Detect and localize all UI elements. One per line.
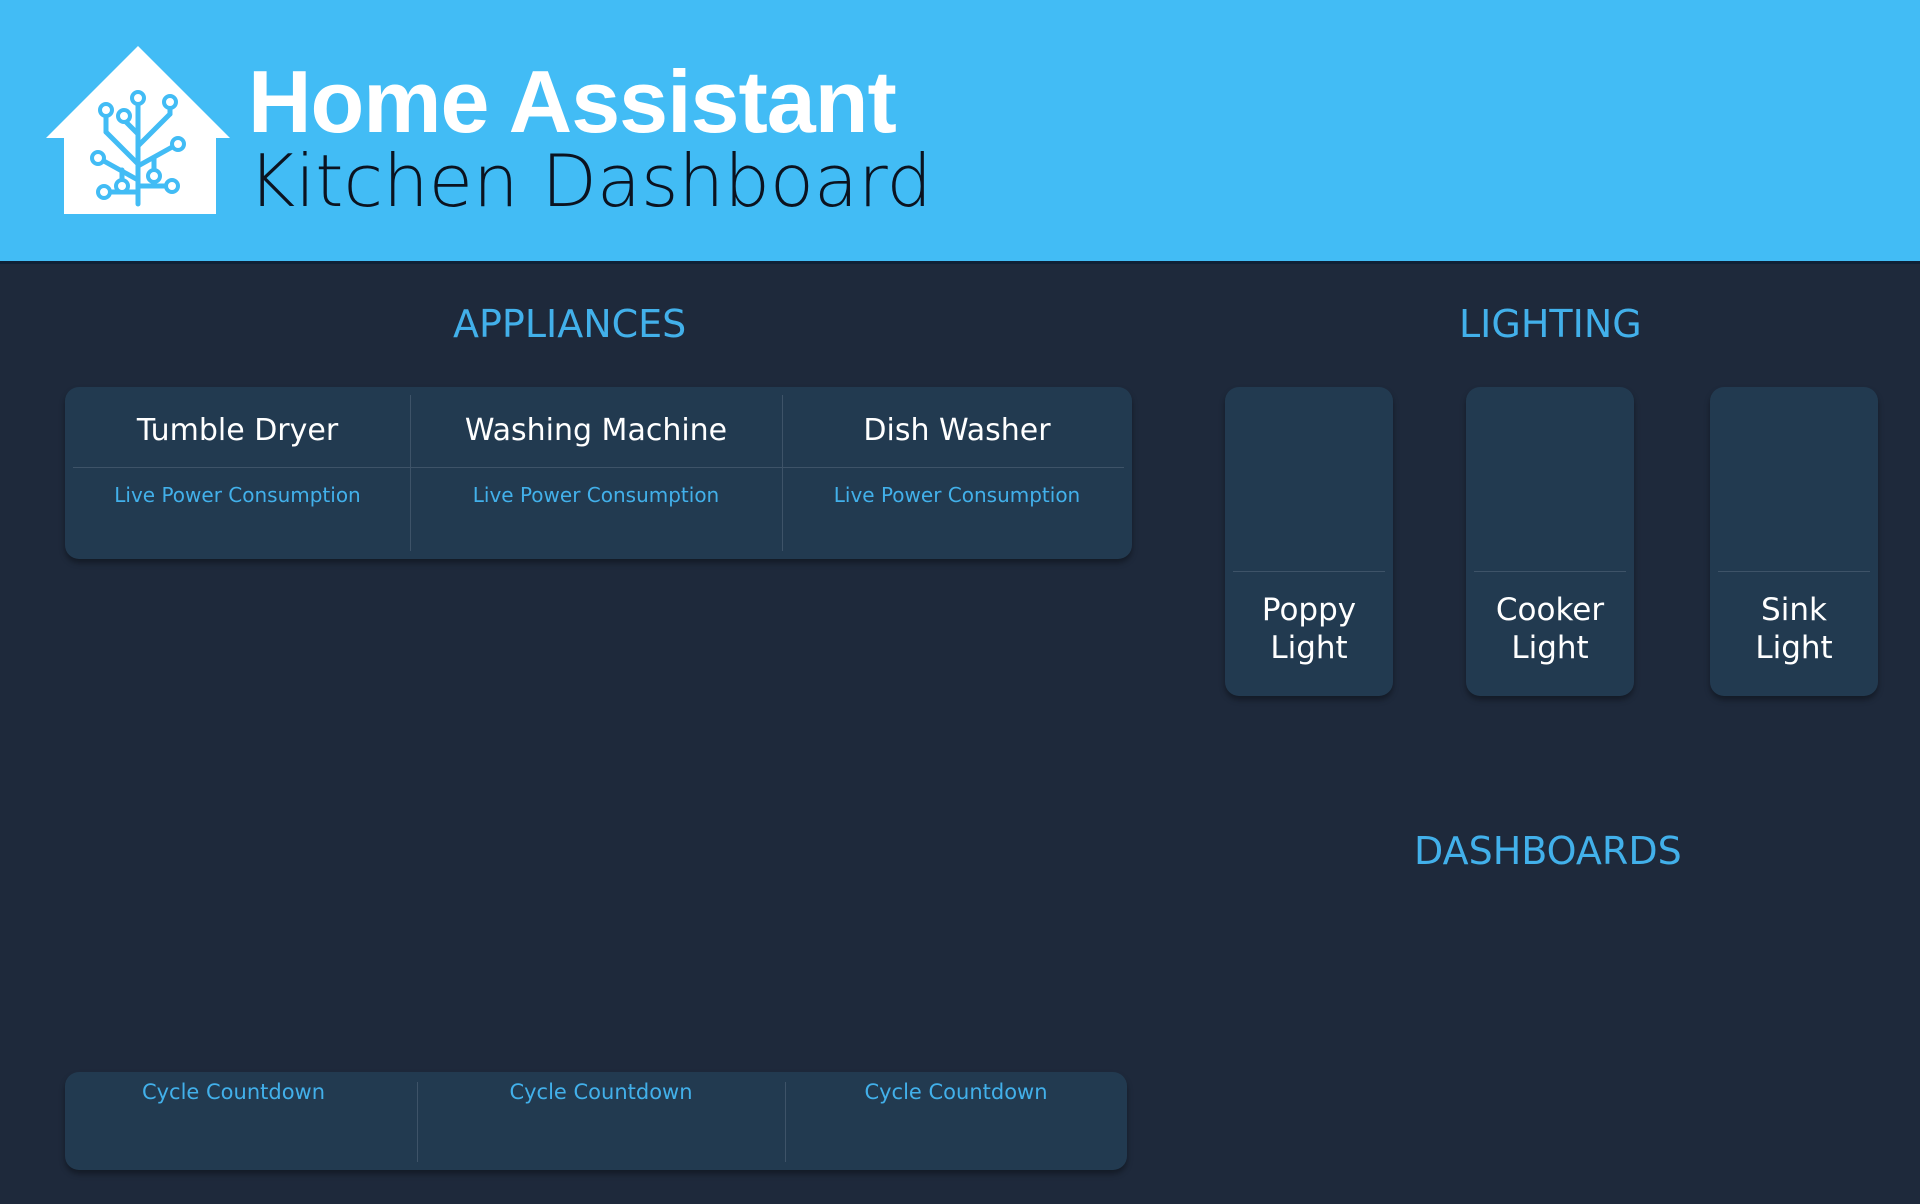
light-tile-cooker[interactable]: Cooker Light [1466, 387, 1634, 696]
live-power-label: Live Power Consumption [472, 483, 720, 507]
dashboard-title: Kitchen Dashboard [248, 139, 933, 223]
cycle-countdown-card: Cycle Countdown Cycle Countdown Cycle Co… [65, 1072, 1127, 1170]
appliance-washing-machine[interactable]: Washing Machine Live Power Consumption [410, 387, 782, 559]
appliance-name: Tumble Dryer [136, 413, 339, 448]
appliances-heading: APPLIANCES [453, 302, 687, 346]
cycle-countdown-tumble-dryer[interactable]: Cycle Countdown [65, 1080, 402, 1104]
cycle-countdown-dish-washer[interactable]: Cycle Countdown [785, 1080, 1127, 1104]
appliance-tumble-dryer[interactable]: Tumble Dryer Live Power Consumption [65, 387, 410, 559]
live-power-label: Live Power Consumption [833, 483, 1081, 507]
header-banner: Home Assistant Kitchen Dashboard [0, 0, 1920, 264]
light-tile-poppy[interactable]: Poppy Light [1225, 387, 1393, 696]
cycle-countdown-washing-machine[interactable]: Cycle Countdown [417, 1080, 785, 1104]
appliance-dish-washer[interactable]: Dish Washer Live Power Consumption [782, 387, 1132, 559]
light-tile-divider [1233, 571, 1385, 572]
dashboards-heading: DASHBOARDS [1414, 829, 1682, 873]
lighting-heading: LIGHTING [1459, 302, 1642, 346]
light-tile-divider [1474, 571, 1626, 572]
appliances-power-card: Tumble Dryer Live Power Consumption Wash… [65, 387, 1132, 559]
appliance-name: Dish Washer [863, 413, 1051, 448]
light-name: Poppy Light [1261, 592, 1357, 666]
light-tile-sink[interactable]: Sink Light [1710, 387, 1878, 696]
light-name: Sink Light [1755, 592, 1833, 666]
appliance-name: Washing Machine [464, 413, 728, 448]
live-power-label: Live Power Consumption [114, 483, 361, 507]
light-tile-divider [1718, 571, 1870, 572]
light-name: Cooker Light [1495, 592, 1605, 666]
home-assistant-logo-icon [46, 46, 230, 214]
